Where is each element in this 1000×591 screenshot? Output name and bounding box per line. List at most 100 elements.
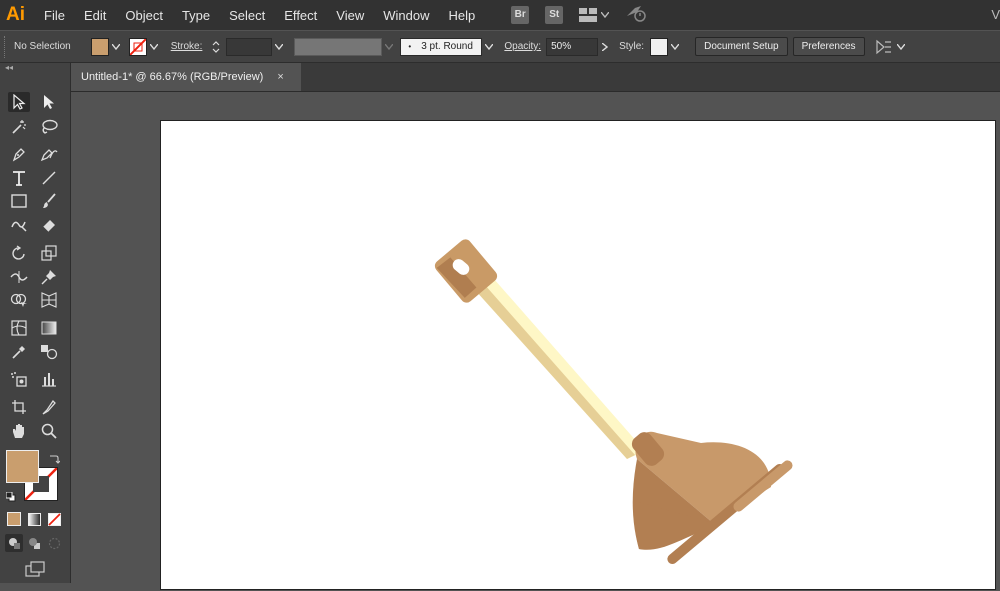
shaper-tool[interactable] [8,215,30,235]
style-label: Style: [619,41,645,52]
perspective-grid-icon [41,292,57,308]
stroke-dropdown-chevron-icon[interactable] [147,38,161,56]
blend-tool[interactable] [38,342,60,362]
artboard-tool[interactable] [8,397,30,417]
hand-tool[interactable] [8,421,30,441]
rectangle-tool[interactable] [8,191,30,211]
rotate-tool[interactable] [8,243,30,263]
shape-builder-tool[interactable] [8,290,30,310]
type-tool[interactable] [8,168,30,188]
symbol-sprayer-tool[interactable] [8,369,30,389]
default-fill-stroke-icon[interactable] [5,489,16,507]
gradient-mode-button[interactable] [25,511,43,527]
menu-select[interactable]: Select [229,8,265,23]
fill-swatch[interactable] [90,37,109,56]
eyedropper-tool[interactable] [8,342,30,362]
change-screen-mode-button[interactable] [24,559,46,579]
paintbrush-tool[interactable] [38,191,60,211]
none-mode-button[interactable] [45,511,63,527]
fill-dropdown-chevron-icon[interactable] [109,38,123,56]
stroke-swatch[interactable] [128,37,147,56]
scale-tool[interactable] [38,243,60,263]
bridge-badge[interactable]: Br [511,6,530,24]
draw-behind-icon [28,537,40,549]
gradient-swatch-icon [27,512,41,526]
slice-tool[interactable] [38,397,60,417]
mesh-tool[interactable] [8,318,30,338]
magic-wand-icon [12,120,26,134]
menu-edit[interactable]: Edit [84,8,106,23]
draw-inside-button[interactable] [45,534,63,552]
stroke-weight-input[interactable] [226,37,273,56]
pen-tool[interactable] [8,144,30,164]
selection-status: No Selection [14,41,71,52]
lasso-tool[interactable] [38,117,60,137]
screen-mode-icon [25,561,45,577]
menu-object[interactable]: Object [125,8,163,23]
menu-type[interactable]: Type [182,8,210,23]
column-graph-tool[interactable] [38,369,60,389]
plunger-artwork[interactable] [161,121,997,591]
artboard[interactable] [160,120,996,590]
selection-tool[interactable] [8,92,30,112]
tools-panel: ◂◂ [0,63,71,583]
graphic-style-swatch[interactable] [650,37,669,56]
grip-handle[interactable] [4,35,8,58]
brush-definition[interactable]: • 3 pt. Round [400,37,483,56]
document-tab-bar: Untitled-1* @ 66.67% (RGB/Preview) × [71,63,1000,92]
close-tab-icon[interactable]: × [277,71,283,83]
perspective-grid-tool[interactable] [38,290,60,310]
menu-window[interactable]: Window [383,8,429,23]
slice-knife-icon [42,399,56,415]
brush-chevron-icon[interactable] [482,38,496,56]
plunger-handle [467,271,645,459]
pen-nib-icon [12,148,25,162]
curvature-tool[interactable] [38,144,60,164]
mesh-icon [11,320,27,336]
gpu-performance-icon[interactable] [625,4,647,27]
menu-bar: Ai File Edit Object Type Select Effect V… [0,0,1000,30]
profile-chevron-icon[interactable] [382,38,396,56]
magic-wand-tool[interactable] [8,117,30,137]
draw-behind-button[interactable] [25,534,43,552]
variable-width-profile[interactable] [294,37,383,56]
line-segment-tool[interactable] [38,168,60,188]
control-bar: No Selection Stroke: • 3 pt. Round Opaci… [0,31,1000,63]
rotate-icon [12,245,25,260]
stock-badge[interactable]: St [545,6,564,24]
menu-file[interactable]: File [44,8,65,23]
app-logo: Ai [6,4,25,25]
fill-box[interactable] [6,450,39,483]
puppet-warp-tool[interactable] [38,267,60,287]
menu-help[interactable]: Help [448,8,475,23]
opacity-input[interactable]: 50% [546,37,599,56]
shape-builder-icon [10,293,27,307]
preferences-button[interactable]: Preferences [792,37,865,56]
draw-normal-button[interactable] [5,534,23,552]
document-tab-title: Untitled-1* @ 66.67% (RGB/Preview) [81,71,264,83]
color-mode-button[interactable] [5,511,23,527]
opacity-arrow-icon[interactable] [598,38,612,56]
gradient-tool[interactable] [38,318,60,338]
lasso-icon [42,119,58,134]
zoom-tool[interactable] [38,421,60,441]
arrange-documents-icon[interactable] [875,39,905,55]
draw-inside-icon [48,537,60,549]
workspace-layout-icon[interactable] [579,8,610,22]
tools-collapse-toggle[interactable]: ◂◂ [0,63,70,73]
stroke-weight-chevron-icon[interactable] [272,38,286,56]
scale-icon [41,245,57,261]
eraser-tool[interactable] [38,215,60,235]
document-setup-button[interactable]: Document Setup [695,37,788,56]
document-tab[interactable]: Untitled-1* @ 66.67% (RGB/Preview) × [71,63,301,91]
style-chevron-icon[interactable] [668,38,682,56]
swap-fill-stroke-icon[interactable] [48,452,61,470]
menu-view[interactable]: View [336,8,364,23]
opacity-label[interactable]: Opacity: [504,41,541,52]
direct-selection-tool[interactable] [38,92,60,112]
stroke-weight-stepper[interactable] [210,38,222,56]
width-tool[interactable] [8,267,30,287]
menu-effect[interactable]: Effect [284,8,317,23]
draw-normal-icon [8,537,20,549]
stroke-label[interactable]: Stroke: [171,41,203,52]
